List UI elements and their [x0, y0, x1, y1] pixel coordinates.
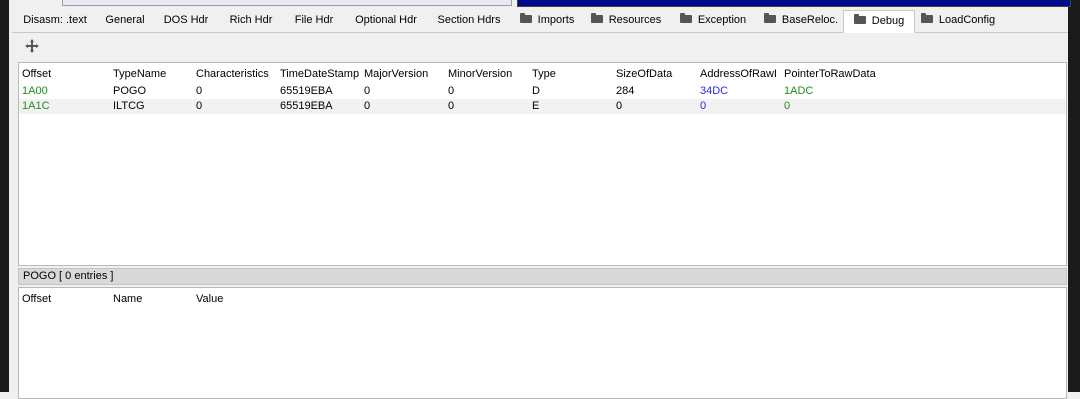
tab-label: Disasm: .text [23, 14, 87, 26]
tab-label: General [105, 14, 145, 26]
timedatestamp-cell: 65519EBA [280, 85, 333, 97]
tab-file-hdr[interactable]: File Hdr [285, 10, 343, 31]
tab-optional-hdr[interactable]: Optional Hdr [346, 10, 426, 31]
offset-cell: 1A00 [22, 85, 48, 97]
tab-debug[interactable]: Debug [843, 10, 915, 33]
tab-basereloc[interactable]: BaseReloc. [758, 10, 844, 31]
column-header[interactable]: MinorVersion [448, 67, 512, 82]
pointertorawdata-cell: 1ADC [784, 85, 814, 97]
tab-section-hdrs[interactable]: Section Hdrs [429, 10, 509, 31]
move-arrows-icon[interactable] [25, 39, 39, 53]
column-header[interactable]: Offset [22, 67, 51, 82]
folder-icon [763, 13, 776, 24]
majorversion-cell: 0 [364, 85, 371, 97]
pogo-entries-table[interactable]: Offset Name Value [18, 287, 1067, 399]
folder-icon [920, 13, 933, 24]
tab-label: Optional Hdr [355, 14, 417, 26]
column-header[interactable]: TimeDateStamp [280, 67, 359, 82]
top-left-panel-edge [62, 0, 512, 6]
characteristics-cell: 0 [196, 85, 203, 97]
tab-label: File Hdr [294, 14, 334, 26]
column-header[interactable]: Characteristics [196, 67, 269, 82]
top-right-panel-edge [517, 0, 1071, 7]
column-header[interactable]: MajorVersion [364, 67, 428, 82]
tab-label: DOS Hdr [163, 14, 209, 26]
type-cell: E [532, 100, 540, 112]
offset-cell: 1A1C [22, 100, 50, 112]
typename-cell: ILTCG [113, 100, 145, 112]
tab-disasm-text[interactable]: Disasm: .text [12, 10, 98, 31]
characteristics-cell: 0 [196, 100, 203, 112]
addressofrawdata-cell: 0 [700, 100, 707, 112]
column-header[interactable]: Name [113, 292, 142, 307]
column-header[interactable]: Value [196, 292, 223, 307]
tab-resources[interactable]: Resources [586, 10, 666, 31]
minorversion-cell: 0 [448, 85, 455, 97]
tab-bar: Disasm: .text General DOS Hdr Rich Hdr F… [12, 10, 1068, 33]
folder-icon [590, 13, 603, 24]
typename-cell: POGO [113, 85, 147, 97]
tab-label: Debug [871, 15, 905, 27]
table-row[interactable]: 1A00 POGO 0 65519EBA 0 0 D 284 34DC 1ADC [19, 84, 1066, 99]
type-cell: D [532, 85, 540, 97]
column-header[interactable]: AddressOfRawD [700, 67, 776, 82]
folder-icon [679, 13, 692, 24]
tab-label: Resources [608, 14, 662, 26]
tab-exception[interactable]: Exception [674, 10, 752, 31]
tab-label: Exception [697, 14, 747, 26]
majorversion-cell: 0 [364, 100, 371, 112]
tab-label: Rich Hdr [229, 14, 273, 26]
folder-icon [853, 14, 866, 25]
tab-label: Section Hdrs [437, 14, 501, 26]
column-header[interactable]: TypeName [113, 67, 166, 82]
tab-label: Imports [537, 14, 575, 26]
sizeofdata-cell: 0 [616, 100, 623, 112]
timedatestamp-cell: 65519EBA [280, 100, 333, 112]
tab-label: BaseReloc. [781, 14, 839, 26]
debug-directory-table[interactable]: Offset TypeName Characteristics TimeDate… [18, 62, 1067, 266]
column-header[interactable]: Offset [22, 292, 51, 307]
tab-imports[interactable]: Imports [512, 10, 582, 31]
tab-general[interactable]: General [99, 10, 151, 31]
column-header[interactable]: Type [532, 67, 556, 82]
detail-title: POGO [ 0 entries ] [23, 270, 114, 282]
sizeofdata-cell: 284 [616, 85, 635, 97]
window-right-edge [1068, 0, 1080, 392]
tab-rich-hdr[interactable]: Rich Hdr [221, 10, 281, 31]
detail-title-bar: POGO [ 0 entries ] [18, 268, 1067, 285]
folder-icon [519, 13, 532, 24]
column-header[interactable]: SizeOfData [616, 67, 672, 82]
tab-label: LoadConfig [938, 14, 996, 26]
pointertorawdata-cell: 0 [784, 100, 791, 112]
minorversion-cell: 0 [448, 100, 455, 112]
column-header[interactable]: PointerToRawData [784, 67, 876, 82]
table-row[interactable]: 1A1C ILTCG 0 65519EBA 0 0 E 0 0 0 [19, 99, 1066, 114]
addressofrawdata-cell: 34DC [700, 85, 729, 97]
window-left-edge [0, 0, 9, 392]
toolbar [12, 33, 1068, 61]
tab-loadconfig[interactable]: LoadConfig [917, 10, 999, 31]
tab-dos-hdr[interactable]: DOS Hdr [156, 10, 216, 31]
